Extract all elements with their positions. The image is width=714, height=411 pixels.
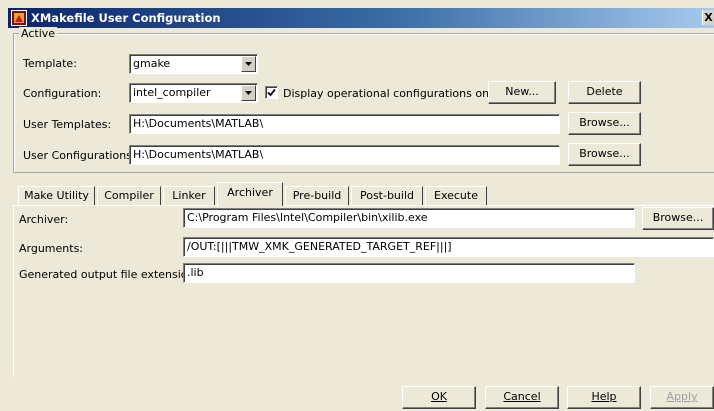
configuration-value: intel_compiler: [133, 86, 211, 99]
template-label: Template:: [23, 57, 77, 70]
archiver-label: Archiver:: [19, 213, 69, 226]
archiver-browse-button[interactable]: Browse...: [642, 207, 714, 230]
cancel-button[interactable]: Cancel: [485, 386, 559, 409]
chevron-down-icon[interactable]: [241, 85, 256, 101]
title-bar[interactable]: XMakefile User Configuration X: [8, 8, 714, 28]
close-button[interactable]: X: [702, 10, 714, 25]
extension-input[interactable]: .lib: [183, 263, 635, 283]
delete-button[interactable]: Delete: [568, 81, 641, 104]
apply-button-label: Apply: [666, 390, 698, 403]
cancel-button-label: Cancel: [503, 390, 541, 403]
tab-archiver[interactable]: Archiver: [217, 182, 283, 206]
archiver-input[interactable]: C:\Program Files\Intel\Compiler\bin\xili…: [183, 208, 635, 228]
user-configurations-input[interactable]: H:\Documents\MATLAB\: [129, 145, 560, 165]
help-button-label: Help: [591, 390, 617, 403]
new-button[interactable]: New...: [488, 81, 556, 104]
tab-pre-build[interactable]: Pre-build: [285, 186, 349, 205]
app-icon: [11, 10, 27, 26]
configuration-dropdown[interactable]: intel_compiler: [129, 83, 258, 103]
template-dropdown[interactable]: gmake: [129, 54, 258, 74]
user-configurations-label: User Configurations:: [23, 149, 136, 162]
configuration-label: Configuration:: [23, 87, 102, 100]
tab-execute[interactable]: Execute: [425, 186, 487, 205]
extension-label: Generated output file extension:: [19, 268, 199, 281]
chevron-down-icon[interactable]: [241, 56, 256, 72]
template-value: gmake: [133, 57, 171, 70]
window-title: XMakefile User Configuration: [31, 11, 221, 25]
user-templates-input[interactable]: H:\Documents\MATLAB\: [129, 114, 560, 134]
user-configurations-browse-button[interactable]: Browse...: [568, 143, 641, 166]
checkmark-icon: [267, 88, 276, 97]
arguments-label: Arguments:: [19, 242, 84, 255]
ok-button-label: OK: [431, 390, 447, 403]
display-operational-checkbox[interactable]: [265, 86, 278, 99]
display-operational-label[interactable]: Display operational configurations only: [283, 87, 499, 100]
active-group-legend: Active: [19, 27, 58, 40]
archiver-tab-panel: [13, 205, 714, 377]
arguments-input[interactable]: /OUT:[|||TMW_XMK_GENERATED_TARGET_REF|||…: [183, 237, 714, 257]
apply-button[interactable]: Apply: [650, 386, 714, 409]
tab-compiler[interactable]: Compiler: [97, 186, 161, 205]
tab-post-build[interactable]: Post-build: [351, 186, 423, 205]
tab-linker[interactable]: Linker: [163, 186, 215, 205]
user-templates-label: User Templates:: [23, 118, 112, 131]
help-button[interactable]: Help: [567, 386, 641, 409]
tab-make-utility[interactable]: Make Utility: [18, 186, 95, 205]
ok-button[interactable]: OK: [402, 386, 476, 409]
user-templates-browse-button[interactable]: Browse...: [568, 112, 641, 135]
